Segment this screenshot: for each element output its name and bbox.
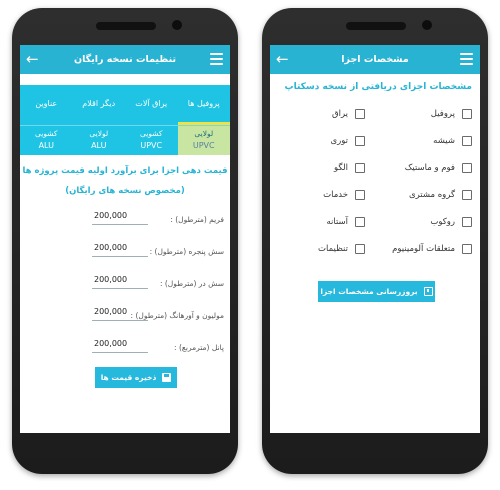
subtype-tabs: لولایی UPVC کشویی UPVC لولایی ALU کشویی … bbox=[20, 125, 230, 155]
page-title: تنظیمات نسخه رایگان bbox=[74, 54, 177, 65]
update-specs-button[interactable]: بروزرسانی مشخصات اجزا bbox=[318, 281, 435, 302]
tab-sliding-alu[interactable]: کشویی ALU bbox=[20, 126, 73, 155]
checkbox[interactable] bbox=[462, 163, 472, 173]
phone-frame-left: تنظیمات نسخه رایگان ← پروفیل ها یراق آلا… bbox=[12, 8, 238, 474]
price-input[interactable]: 200,000 bbox=[92, 333, 148, 353]
checkbox-label: روکوب bbox=[430, 217, 455, 227]
checkbox-settings[interactable]: تنظیمات bbox=[318, 244, 365, 254]
tab-line2: UPVC bbox=[192, 141, 215, 150]
checkbox-label: شیشه bbox=[433, 136, 455, 146]
checkbox-screen[interactable]: توری bbox=[330, 136, 365, 146]
checkbox-label: یراق bbox=[331, 109, 348, 119]
checkbox-label: پروفیل bbox=[430, 109, 455, 119]
back-arrow-icon[interactable]: ← bbox=[26, 49, 39, 69]
price-row-frame: 200,000 فریم (مترطول) : bbox=[20, 205, 230, 233]
price-label: سش پنجره (مترطول) : bbox=[149, 247, 224, 256]
checkbox[interactable] bbox=[355, 244, 365, 254]
price-label: مولیون و آورهانگ (مترطول) : bbox=[130, 311, 224, 320]
save-prices-button[interactable]: ذخیره قیمت ها bbox=[95, 367, 177, 388]
checkbox-foam-sealant[interactable]: فوم و ماستیک bbox=[405, 163, 472, 173]
price-input[interactable]: 200,000 bbox=[92, 205, 148, 225]
checkbox-services[interactable]: خدمات bbox=[323, 190, 365, 200]
checkbox[interactable] bbox=[462, 244, 472, 254]
checkbox-glass[interactable]: شیشه bbox=[433, 136, 472, 146]
checkbox[interactable] bbox=[355, 109, 365, 119]
heading-line-1: قیمت دهی اجزا برای برآورد اولیه قیمت پرو… bbox=[22, 166, 228, 176]
tab-titles[interactable]: عناوین bbox=[20, 85, 73, 125]
checkbox[interactable] bbox=[355, 136, 365, 146]
tab-line2: UPVC bbox=[140, 141, 163, 150]
camera-icon bbox=[172, 20, 182, 30]
section-heading: قیمت دهی اجزا برای برآورد اولیه قیمت پرو… bbox=[20, 161, 230, 201]
price-row-window-sash: 200,000 سش پنجره (مترطول) : bbox=[20, 237, 230, 265]
checkbox-label: متعلقات آلومینیوم bbox=[392, 244, 455, 254]
camera-icon bbox=[422, 20, 432, 30]
tab-line2: ALU bbox=[91, 141, 107, 150]
tab-hinged-alu[interactable]: لولایی ALU bbox=[73, 126, 126, 155]
price-row-door-sash: 200,000 سش در (مترطول) : bbox=[20, 269, 230, 297]
heading-line-2: (مخصوص نسخه های رایگان) bbox=[65, 186, 185, 196]
app-bar: تنظیمات نسخه رایگان ← bbox=[20, 45, 230, 74]
price-label: سش در (مترطول) : bbox=[159, 279, 224, 288]
phone-frame-right: مشخصات اجزا ← مشخصات اجزای دریافتی از نس… bbox=[262, 8, 488, 474]
tab-line1: لولایی bbox=[89, 129, 109, 138]
checkbox-label: خدمات bbox=[323, 190, 348, 200]
checkbox-label: آستانه bbox=[326, 217, 348, 227]
checkbox[interactable] bbox=[462, 217, 472, 227]
checkbox-label: الگو bbox=[333, 163, 348, 173]
screen-free-version-settings: تنظیمات نسخه رایگان ← پروفیل ها یراق آلا… bbox=[20, 45, 230, 433]
tab-line1: کشویی bbox=[140, 129, 163, 138]
page-title: مشخصات اجزا bbox=[341, 54, 409, 65]
price-row-panel: 200,000 پانل (مترمربع) : bbox=[20, 333, 230, 361]
tab-line2: ALU bbox=[38, 141, 54, 150]
checkbox-label: گروه مشتری bbox=[408, 190, 455, 200]
price-label: پانل (مترمربع) : bbox=[174, 343, 224, 352]
checkbox-threshold[interactable]: آستانه bbox=[326, 217, 365, 227]
speaker-grill bbox=[346, 22, 406, 30]
section-heading: مشخصات اجزای دریافتی از نسخه دسکتاپ bbox=[284, 82, 472, 92]
checkbox-label: تنظیمات bbox=[318, 244, 348, 254]
speaker-grill bbox=[96, 22, 156, 30]
tab-profiles[interactable]: پروفیل ها bbox=[177, 85, 230, 125]
checkbox[interactable] bbox=[462, 136, 472, 146]
tab-line1: لولایی bbox=[194, 129, 214, 138]
checkbox-customer-group[interactable]: گروه مشتری bbox=[409, 190, 472, 200]
price-input[interactable]: 200,000 bbox=[92, 237, 148, 257]
app-bar: مشخصات اجزا ← bbox=[270, 45, 480, 74]
checkbox-profile[interactable]: پروفیل bbox=[431, 109, 472, 119]
checkbox-template[interactable]: الگو bbox=[334, 163, 365, 173]
save-icon bbox=[162, 373, 172, 382]
tab-line1: کشویی bbox=[35, 129, 58, 138]
menu-icon[interactable] bbox=[210, 53, 223, 65]
tab-hardware[interactable]: یراق آلات bbox=[125, 85, 178, 125]
checkbox-label: توری bbox=[330, 136, 348, 146]
update-icon bbox=[423, 287, 433, 296]
checkbox[interactable] bbox=[355, 163, 365, 173]
checkbox[interactable] bbox=[462, 190, 472, 200]
checkbox[interactable] bbox=[355, 217, 365, 227]
category-tabs: پروفیل ها یراق آلات دیگر اقلام عناوین bbox=[20, 85, 230, 125]
price-label: فریم (مترطول) : bbox=[170, 215, 224, 224]
checkbox-aluminum-accessories[interactable]: متعلقات آلومینیوم bbox=[392, 244, 472, 254]
screen-component-specs: مشخصات اجزا ← مشخصات اجزای دریافتی از نس… bbox=[270, 45, 480, 433]
price-row-mullion: 200,000 مولیون و آورهانگ (مترطول) : bbox=[20, 301, 230, 329]
checkbox[interactable] bbox=[355, 190, 365, 200]
checkbox[interactable] bbox=[462, 109, 472, 119]
tab-sliding-upvc[interactable]: کشویی UPVC bbox=[125, 126, 178, 155]
checkbox-label: فوم و ماستیک bbox=[404, 163, 455, 173]
tab-other-items[interactable]: دیگر اقلام bbox=[73, 85, 126, 125]
back-arrow-icon[interactable]: ← bbox=[276, 49, 289, 69]
checkbox-hardware[interactable]: یراق bbox=[332, 109, 365, 119]
update-button-label: بروزرسانی مشخصات اجزا bbox=[320, 287, 418, 296]
tab-hinged-upvc[interactable]: لولایی UPVC bbox=[177, 126, 230, 155]
checkbox-trim[interactable]: روکوب bbox=[430, 217, 472, 227]
menu-icon[interactable] bbox=[460, 53, 473, 65]
save-button-label: ذخیره قیمت ها bbox=[100, 373, 157, 382]
price-input[interactable]: 200,000 bbox=[92, 269, 148, 289]
